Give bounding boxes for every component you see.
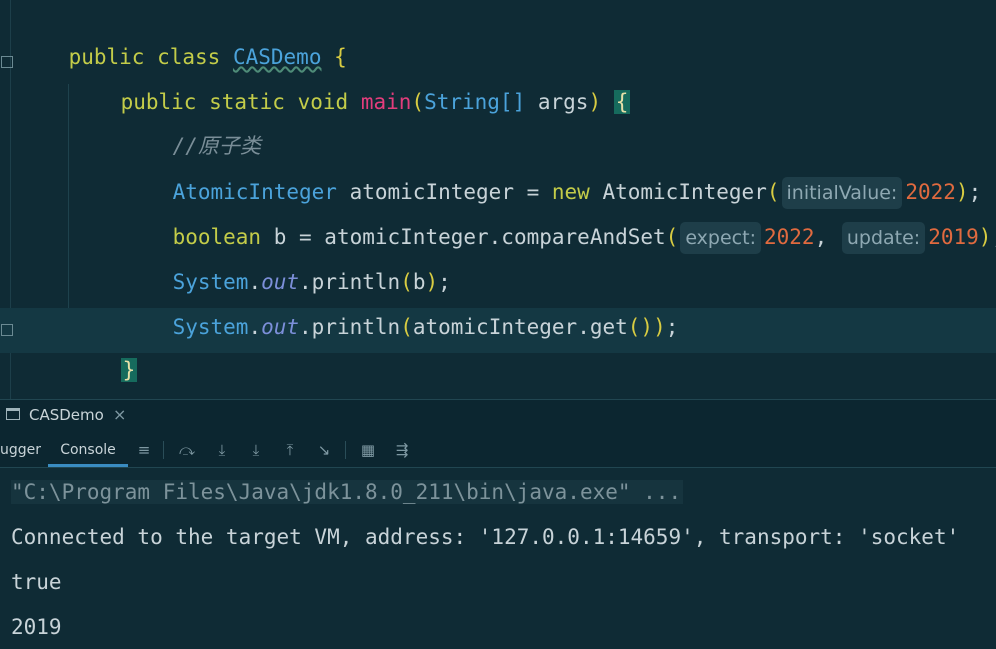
evaluate-icon[interactable]: ▦ (359, 441, 377, 459)
toolbar-separator (163, 441, 164, 459)
step-over-icon[interactable]: ⤼ (178, 441, 196, 459)
step-out-icon[interactable]: ⤒ (281, 441, 299, 459)
code-line-2: public static void main(String[] args) { (120, 90, 631, 114)
console-output[interactable]: "C:\Program Files\Java\jdk1.8.0_211\bin\… (0, 468, 996, 649)
code-line-3: //原子类 (122, 86, 261, 158)
console-line-result-bool: true (11, 570, 62, 594)
code-line-4: AtomicInteger atomicInteger = new Atomic… (122, 132, 981, 209)
console-line-command: "C:\Program Files\Java\jdk1.8.0_211\bin\… (11, 480, 684, 504)
code-line-5: boolean b = atomicInteger.compareAndSet(… (122, 177, 996, 254)
menu-icon[interactable]: ≡ (135, 441, 153, 459)
fold-marker-icon[interactable] (1, 56, 13, 68)
indent-guide (68, 84, 69, 308)
force-step-into-icon[interactable]: ⤓ (247, 441, 265, 459)
step-into-icon[interactable]: ⤓ (213, 441, 231, 459)
code-editor[interactable]: public class CASDemo { public static voi… (0, 0, 996, 428)
console-line-connected: Connected to the target VM, address: '12… (11, 525, 960, 549)
toolbar-separator (345, 441, 346, 459)
trace-icon[interactable]: ⇶ (393, 441, 411, 459)
tab-console[interactable]: Console (48, 432, 128, 467)
code-line-6: System.out.println(b); (172, 270, 451, 294)
fold-marker-icon[interactable] (1, 324, 13, 336)
run-tool-window-header: CASDemo × (0, 399, 996, 432)
inlay-hint-expect: expect: (680, 222, 761, 254)
debugger-toolbar: ugger Console ≡ ⤼ ⤓ ⤓ ⤒ ↘ ▦ ⇶ (0, 432, 996, 468)
code-line-1: public class CASDemo { (68, 45, 347, 69)
tab-debugger[interactable]: ugger (0, 432, 48, 467)
window-icon (6, 408, 20, 420)
code-line-7: System.out.println(atomicInteger.get()); (172, 315, 679, 339)
close-icon[interactable]: × (113, 405, 126, 424)
run-config-tab-title[interactable]: CASDemo (29, 406, 104, 424)
inlay-hint-update: update: (841, 222, 926, 254)
run-to-cursor-icon[interactable]: ↘ (315, 441, 333, 459)
console-line-result-value: 2019 (11, 615, 62, 639)
code-line-9: } (18, 356, 82, 428)
code-line-8: } (120, 358, 138, 382)
